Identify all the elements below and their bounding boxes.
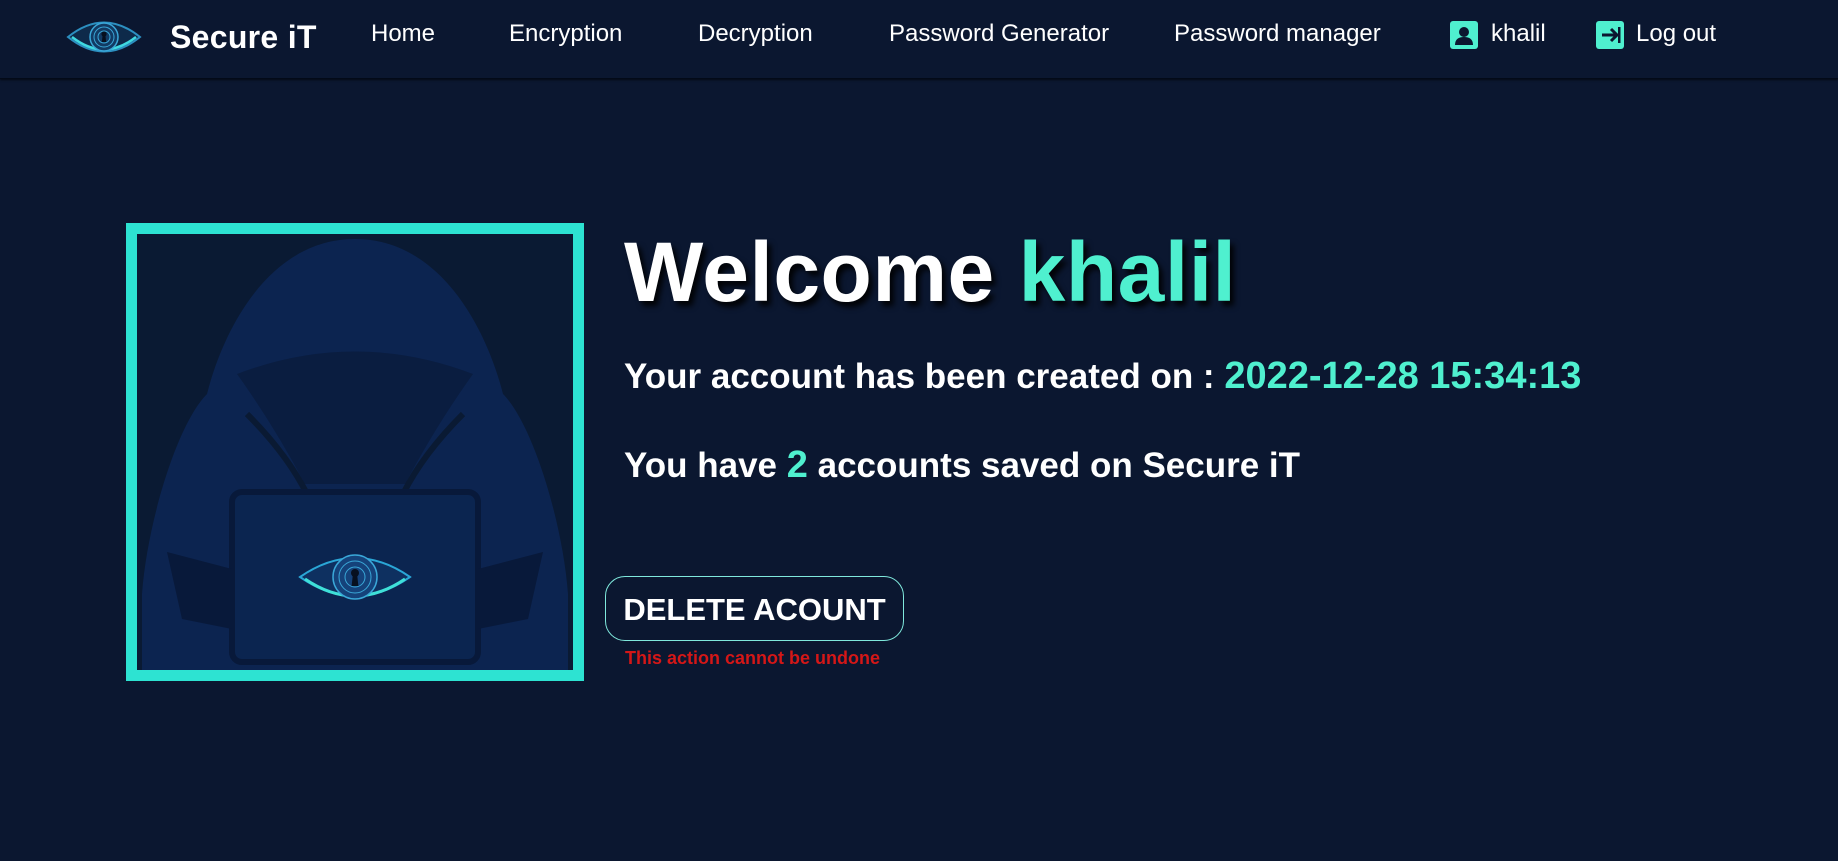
nav-link-encryption[interactable]: Encryption [509,20,622,48]
brand-name: Secure iT [170,18,317,55]
nav-logout[interactable]: Log out [1636,20,1716,48]
logout-icon [1596,21,1624,49]
welcome-word: Welcome [624,225,995,319]
navbar: Secure iT Home Encryption Decryption Pas… [0,0,1838,79]
nav-link-home[interactable]: Home [371,20,435,48]
delete-warning-text: This action cannot be undone [625,648,881,668]
welcome-heading: Welcome khalil [624,222,1236,322]
account-created-line: Your account has been created on : 2022-… [624,352,1581,401]
welcome-username: khalil [1018,225,1237,319]
nav-link-password-generator[interactable]: Password Generator [889,20,1109,48]
created-prefix: Your account has been created on : [624,357,1215,396]
hooded-hacker-avatar [137,234,573,670]
nav-link-password-manager[interactable]: Password manager [1174,20,1381,48]
brand-link[interactable]: Secure iT [66,12,317,62]
eye-logo-icon [66,21,142,53]
accounts-count: 2 [786,444,808,486]
profile-avatar-frame [126,223,584,681]
accounts-suffix: accounts saved on Secure iT [817,446,1301,485]
saved-accounts-line: You have 2 accounts saved on Secure iT [624,441,1300,490]
user-icon [1450,21,1478,49]
delete-account-button[interactable]: DELETE ACOUNT [605,576,904,641]
nav-link-decryption[interactable]: Decryption [698,20,813,48]
nav-username[interactable]: khalil [1491,20,1546,48]
accounts-prefix: You have [624,446,778,485]
created-date: 2022-12-28 15:34:13 [1224,355,1582,397]
